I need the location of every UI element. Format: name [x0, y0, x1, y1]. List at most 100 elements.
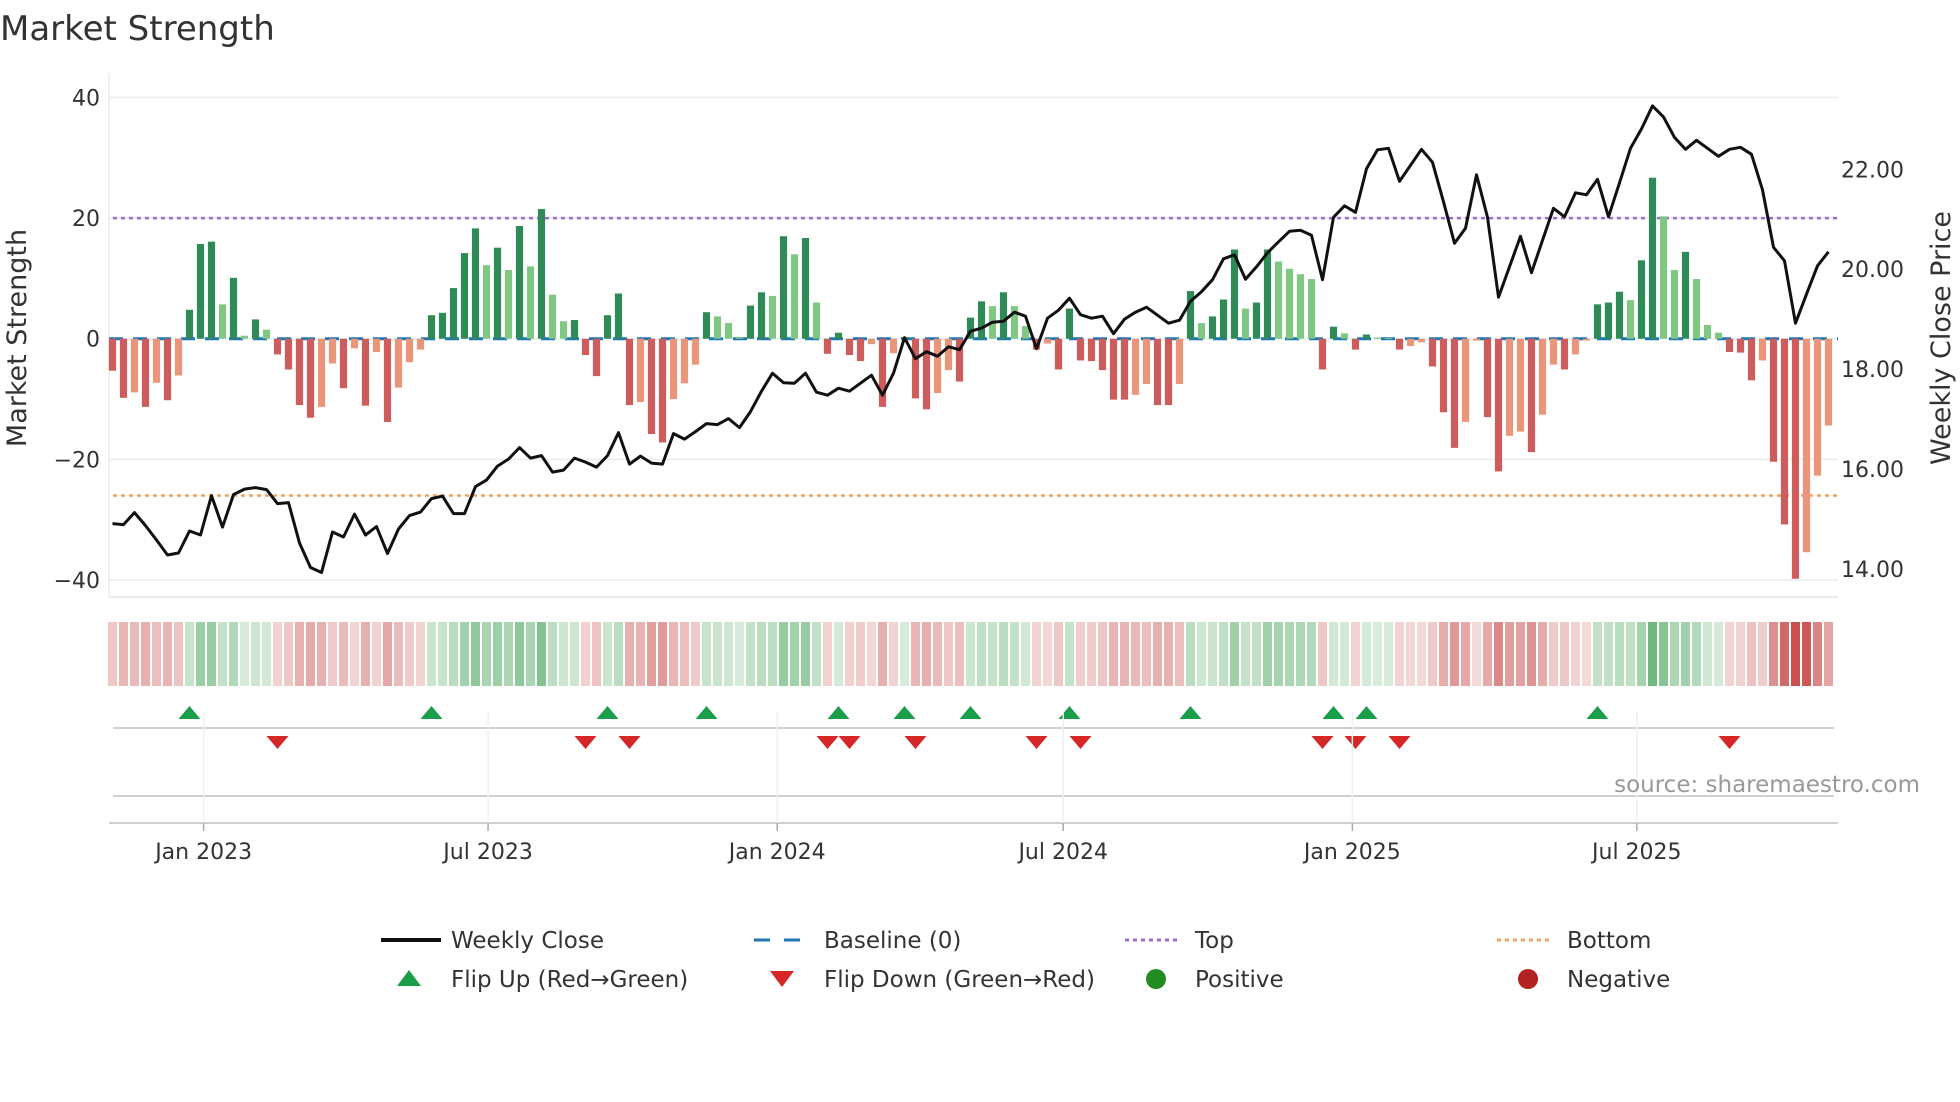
strip-cell: [1131, 622, 1140, 686]
strip-cell: [284, 622, 293, 686]
strip-cell: [119, 622, 128, 686]
strip-cell: [625, 622, 634, 686]
strip-cell: [504, 622, 513, 686]
strip-cell: [405, 622, 414, 686]
strength-bar: [1494, 338, 1503, 472]
strip-cell: [570, 622, 579, 686]
strip-cell: [1549, 622, 1558, 686]
strip-cell: [449, 622, 458, 686]
legend-label: Flip Up (Red→Green): [451, 967, 688, 993]
strip-cell: [262, 622, 271, 686]
strip-cell: [1461, 622, 1470, 686]
strip-cell: [295, 622, 304, 686]
y2-tick-label: 14.00: [1841, 558, 1904, 583]
strength-bar: [438, 312, 447, 339]
strip-cell: [1329, 622, 1338, 686]
strength-bar: [1824, 338, 1833, 426]
strength-bar: [669, 338, 678, 400]
strip-cell: [1362, 622, 1371, 686]
strength-bar: [251, 319, 260, 339]
strip-cell: [900, 622, 909, 686]
flip-down-marker: [1718, 736, 1741, 749]
strength-bar: [944, 338, 953, 371]
strip-cell: [240, 622, 249, 686]
strip-cell: [1274, 622, 1283, 686]
chart-title: Market Strength: [0, 9, 275, 49]
strip-cell: [1043, 622, 1052, 686]
legend-item-close: Weekly Close: [381, 928, 604, 954]
y2-tick-label: 18.00: [1841, 358, 1904, 383]
strength-bar: [1208, 316, 1217, 339]
strip-cell: [196, 622, 205, 686]
strength-bar: [1043, 338, 1052, 344]
legend-item-flip-down: Flip Down (Green→Red): [770, 967, 1095, 993]
strip-cell: [1824, 622, 1833, 686]
strip-cell: [1285, 622, 1294, 686]
strength-bar: [394, 338, 403, 388]
strip-cell: [1197, 622, 1206, 686]
flip-down-marker: [838, 736, 861, 749]
strip-cell: [911, 622, 920, 686]
strip-cell: [801, 622, 810, 686]
strip-cell: [1659, 622, 1668, 686]
strength-heat-strip: [108, 622, 1833, 686]
legend-item-negative: Negative: [1518, 967, 1670, 993]
strength-bar: [185, 309, 194, 339]
strip-cell: [1714, 622, 1723, 686]
strip-cell: [1736, 622, 1745, 686]
strength-bar: [1175, 338, 1184, 384]
strength-bar: [1373, 337, 1382, 339]
strip-cell: [1087, 622, 1096, 686]
strip-cell: [207, 622, 216, 686]
flip-up-marker: [1322, 706, 1345, 719]
legend-label: Positive: [1195, 967, 1284, 993]
strength-bar: [680, 338, 689, 384]
strength-bar: [1109, 338, 1118, 400]
flip-down-marker: [816, 736, 839, 749]
strip-cell: [1681, 622, 1690, 686]
strength-bar: [636, 338, 645, 403]
strength-bar: [1549, 338, 1558, 365]
strength-bar: [1197, 323, 1206, 339]
strip-cell: [1373, 622, 1382, 686]
strip-cell: [1494, 622, 1503, 686]
strip-cell: [1318, 622, 1327, 686]
strength-bar: [1604, 302, 1613, 339]
strip-cell: [1747, 622, 1756, 686]
strength-bar: [196, 244, 205, 339]
strength-bar: [1516, 338, 1525, 432]
strength-bar: [108, 338, 117, 371]
strip-cell: [1593, 622, 1602, 686]
strength-bar: [889, 338, 898, 354]
strip-cell: [1263, 622, 1272, 686]
strip-cell: [1505, 622, 1514, 686]
strip-cell: [1769, 622, 1778, 686]
flip-up-marker: [1586, 706, 1609, 719]
flip-down-marker: [266, 736, 289, 749]
strength-bar: [1527, 338, 1536, 453]
strip-cell: [1021, 622, 1030, 686]
strip-cell: [977, 622, 986, 686]
strength-bar: [1439, 338, 1448, 413]
strength-bar: [240, 335, 249, 339]
strip-cell: [1417, 622, 1426, 686]
flip-up-marker: [178, 706, 201, 719]
strength-bar: [383, 338, 392, 422]
strip-cell: [1054, 622, 1063, 686]
strip-cell: [218, 622, 227, 686]
legend-item-flip-up: Flip Up (Red→Green): [397, 967, 688, 993]
strength-bar: [1065, 308, 1074, 339]
strength-bar: [515, 225, 524, 339]
strength-bar: [141, 338, 150, 407]
source-label: source: sharemaestro.com: [1614, 772, 1920, 798]
strip-cell: [1813, 622, 1822, 686]
strength-bar: [812, 302, 821, 339]
strip-cell: [1076, 622, 1085, 686]
strip-cell: [999, 622, 1008, 686]
strength-bar: [1703, 324, 1712, 339]
strip-cell: [1296, 622, 1305, 686]
strip-cell: [944, 622, 953, 686]
strip-cell: [592, 622, 601, 686]
x-tick-label: Jan 2025: [1302, 840, 1401, 865]
strip-cell: [185, 622, 194, 686]
